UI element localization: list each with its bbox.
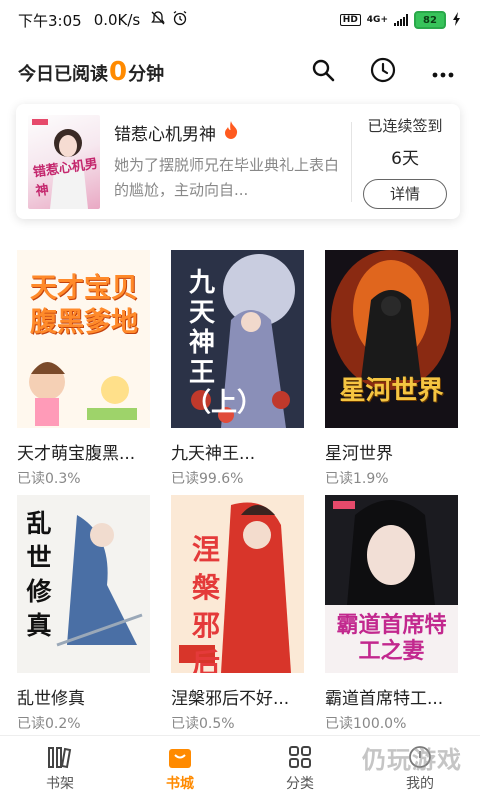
- book-title: 涅槃邪后不好...: [171, 689, 290, 709]
- sign-in-days: 6天: [391, 148, 419, 169]
- charging-icon: [452, 11, 462, 29]
- tab-label: 分类: [286, 775, 314, 792]
- book-item[interactable]: 涅槃邪后 涅槃邪后不好... 已读0.5%: [171, 495, 311, 733]
- book-cover[interactable]: 天才宝贝腹黑爹地: [17, 250, 150, 428]
- book-progress: 已读1.9%: [325, 471, 389, 487]
- bookshelf-icon: [47, 744, 73, 770]
- reading-title-suffix: 分钟: [128, 64, 165, 85]
- status-speed: 0.0K/s: [93, 11, 141, 29]
- tab-category[interactable]: 分类: [240, 736, 360, 800]
- reading-title-prefix: 今日已阅读: [18, 64, 108, 85]
- history-button[interactable]: [366, 55, 400, 89]
- book-progress: 已读0.2%: [17, 716, 81, 732]
- book-cover-text: 霸道首席特工之妻: [336, 613, 447, 664]
- tab-bookstore[interactable]: 书城: [120, 736, 240, 800]
- recent-book-cover[interactable]: 错惹心机男神: [28, 114, 100, 209]
- book-cover[interactable]: 涅槃邪后: [171, 495, 304, 673]
- book-title: 乱世修真: [17, 689, 85, 709]
- reading-minutes: 0: [109, 57, 128, 87]
- book-cover-text: 涅槃邪后: [191, 533, 220, 673]
- book-cover[interactable]: 乱世修真: [17, 495, 150, 673]
- book-cover-text: 九天神王（上）: [185, 268, 263, 418]
- tab-label: 书架: [46, 775, 74, 792]
- header: 今日已阅读 0 分钟: [0, 40, 480, 104]
- book-cover[interactable]: 霸道首席特工之妻: [325, 495, 458, 673]
- signal-icon: [394, 14, 408, 26]
- bell-off-icon: [150, 10, 166, 30]
- book-cover-text: 天才宝贝腹黑爹地: [30, 273, 138, 338]
- book-title: 九天神王...: [171, 444, 256, 464]
- grid-icon: [287, 744, 313, 770]
- recent-book-title: 错惹心机男神: [114, 125, 216, 145]
- tab-label: 书城: [166, 775, 194, 792]
- battery-icon: 82: [414, 11, 446, 29]
- details-button[interactable]: 详情: [363, 178, 448, 209]
- book-item[interactable]: 天才宝贝腹黑爹地 天才萌宝腹黑... 已读0.3%: [17, 250, 157, 488]
- status-time: 下午3:05: [18, 11, 82, 30]
- book-cover-text: 乱世修真: [26, 509, 52, 640]
- book-progress: 已读0.5%: [171, 716, 235, 732]
- book-cover[interactable]: 星河世界: [325, 250, 458, 428]
- book-title: 天才萌宝腹黑...: [17, 444, 136, 464]
- book-item[interactable]: 霸道首席特工之妻 霸道首席特工... 已读100.0%: [325, 495, 465, 733]
- recent-book-card[interactable]: 错惹心机男神 错惹心机男神 她为了摆脱师兄在毕业典礼上表白的尴尬，主动向自...…: [16, 104, 460, 219]
- bag-icon: [167, 744, 193, 770]
- book-progress: 已读99.6%: [171, 471, 244, 487]
- book-progress: 已读0.3%: [17, 471, 81, 487]
- search-icon: [311, 58, 335, 86]
- status-bar: 下午3:05 0.0K/s HD 4G+ 82: [0, 0, 480, 40]
- book-title: 霸道首席特工...: [325, 689, 444, 709]
- more-button[interactable]: [426, 55, 460, 89]
- book-progress: 已读100.0%: [325, 716, 407, 732]
- alarm-icon: [172, 10, 188, 30]
- recent-book-description: 她为了摆脱师兄在毕业典礼上表白的尴尬，主动向自...: [114, 156, 340, 199]
- search-button[interactable]: [306, 55, 340, 89]
- card-divider: [351, 121, 353, 202]
- tab-label: 我的: [406, 775, 434, 792]
- book-title: 星河世界: [325, 444, 393, 464]
- reading-time-title: 今日已阅读 0 分钟: [18, 57, 164, 87]
- clock-icon: [370, 57, 396, 87]
- fire-icon: [222, 120, 240, 145]
- book-cover-text: 星河世界: [339, 376, 444, 406]
- more-icon: [432, 63, 454, 82]
- hd-badge: HD: [339, 14, 361, 26]
- network-label: 4G+: [366, 15, 388, 25]
- book-cover[interactable]: 九天神王（上）: [171, 250, 304, 428]
- sign-in-label: 已连续签到: [367, 116, 443, 135]
- book-item[interactable]: 乱世修真 乱世修真 已读0.2%: [17, 495, 157, 733]
- book-item[interactable]: 九天神王（上） 九天神王... 已读99.6%: [171, 250, 311, 488]
- watermark: 仍玩游戏: [362, 746, 462, 774]
- book-item[interactable]: 星河世界 星河世界 已读1.9%: [325, 250, 465, 488]
- tab-bookshelf[interactable]: 书架: [0, 736, 120, 800]
